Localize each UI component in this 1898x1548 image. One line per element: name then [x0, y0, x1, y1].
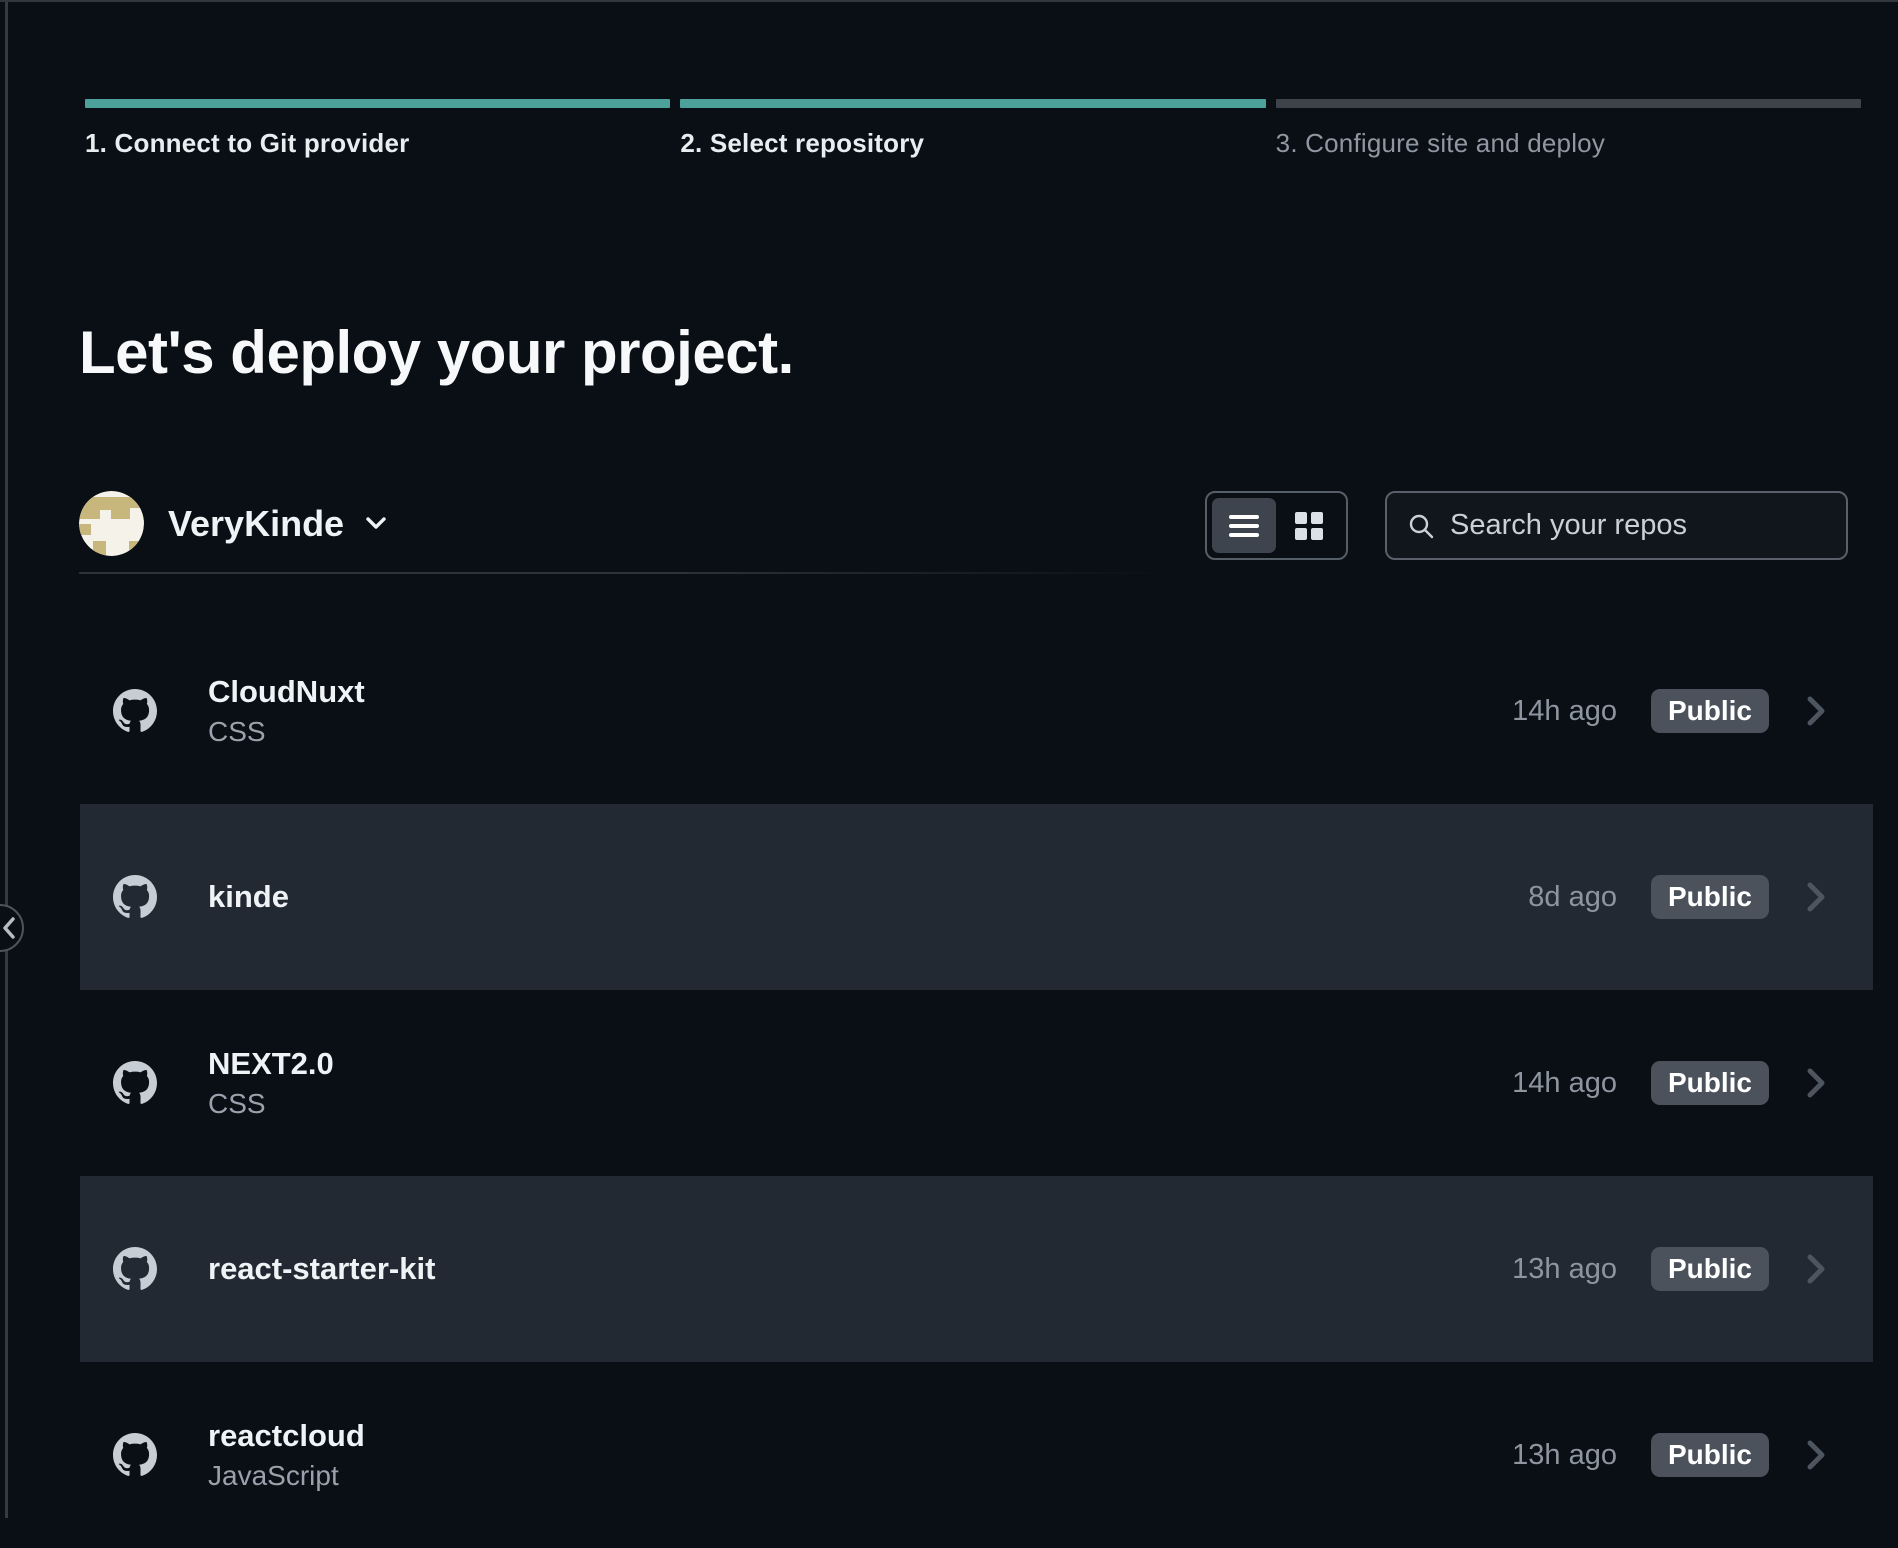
- repo-visibility-badge: Public: [1651, 1247, 1769, 1291]
- step-label: 1. Connect to Git provider: [85, 128, 670, 159]
- org-avatar: [79, 491, 144, 556]
- github-icon: [113, 1247, 157, 1291]
- repo-language: CSS: [208, 714, 365, 749]
- list-icon: [1229, 514, 1259, 538]
- repo-language: CSS: [208, 1086, 334, 1121]
- grid-view-button[interactable]: [1278, 498, 1342, 553]
- repo-visibility-badge: Public: [1651, 689, 1769, 733]
- github-icon: [113, 1433, 157, 1477]
- sidebar-collapse-button[interactable]: [0, 904, 24, 952]
- repo-row[interactable]: kinde 8d ago Public: [80, 804, 1873, 990]
- repo-updated-time: 13h ago: [1505, 1439, 1617, 1472]
- repo-visibility-badge: Public: [1651, 1061, 1769, 1105]
- step-progress-bar: [85, 99, 670, 108]
- repo-language: JavaScript: [208, 1458, 365, 1493]
- repo-row[interactable]: CloudNuxt CSS 14h ago Public: [80, 618, 1873, 804]
- repo-updated-time: 8d ago: [1505, 881, 1617, 914]
- repo-visibility-badge: Public: [1651, 1433, 1769, 1477]
- repo-name: NEXT2.0: [208, 1045, 334, 1084]
- chevron-right-icon: [1807, 1068, 1825, 1098]
- grid-icon: [1295, 512, 1323, 540]
- step-progress-bar: [680, 99, 1265, 108]
- view-mode-toggle: [1205, 491, 1348, 560]
- org-selector-dropdown[interactable]: VeryKinde: [79, 491, 386, 556]
- chevron-left-icon: [2, 917, 16, 939]
- panel-edge-divider: [5, 2, 8, 1518]
- step-label: 3. Configure site and deploy: [1276, 128, 1861, 159]
- org-name-label: VeryKinde: [168, 503, 344, 545]
- chevron-right-icon: [1807, 882, 1825, 912]
- repo-list: CloudNuxt CSS 14h ago Public kinde 8d ag…: [80, 618, 1873, 1548]
- step-connect-git: 1. Connect to Git provider: [85, 99, 670, 159]
- repo-updated-time: 14h ago: [1505, 695, 1617, 728]
- repo-search: [1385, 491, 1848, 560]
- step-label: 2. Select repository: [680, 128, 1265, 159]
- repo-row[interactable]: react-starter-kit 13h ago Public: [80, 1176, 1873, 1362]
- repo-name: react-starter-kit: [208, 1250, 435, 1289]
- step-configure-deploy: 3. Configure site and deploy: [1276, 99, 1861, 159]
- search-input[interactable]: [1450, 509, 1826, 542]
- list-view-button[interactable]: [1212, 498, 1276, 553]
- repo-updated-time: 13h ago: [1505, 1253, 1617, 1286]
- github-icon: [113, 1061, 157, 1105]
- repo-visibility-badge: Public: [1651, 875, 1769, 919]
- github-icon: [113, 689, 157, 733]
- repo-name: kinde: [208, 878, 289, 917]
- chevron-down-icon: [366, 517, 386, 530]
- repo-updated-time: 14h ago: [1505, 1067, 1617, 1100]
- chevron-right-icon: [1807, 1440, 1825, 1470]
- section-divider: [79, 572, 1169, 574]
- chevron-right-icon: [1807, 1254, 1825, 1284]
- step-select-repository: 2. Select repository: [680, 99, 1265, 159]
- repo-row[interactable]: NEXT2.0 CSS 14h ago Public: [80, 990, 1873, 1176]
- repo-name: reactcloud: [208, 1417, 365, 1456]
- deploy-progress-stepper: 1. Connect to Git provider 2. Select rep…: [85, 99, 1861, 159]
- chevron-right-icon: [1807, 696, 1825, 726]
- page-title: Let's deploy your project.: [79, 318, 794, 387]
- repo-name: CloudNuxt: [208, 673, 365, 712]
- repo-row[interactable]: reactcloud JavaScript 13h ago Public: [80, 1362, 1873, 1548]
- github-icon: [113, 875, 157, 919]
- step-progress-bar: [1276, 99, 1861, 108]
- search-icon: [1407, 512, 1450, 540]
